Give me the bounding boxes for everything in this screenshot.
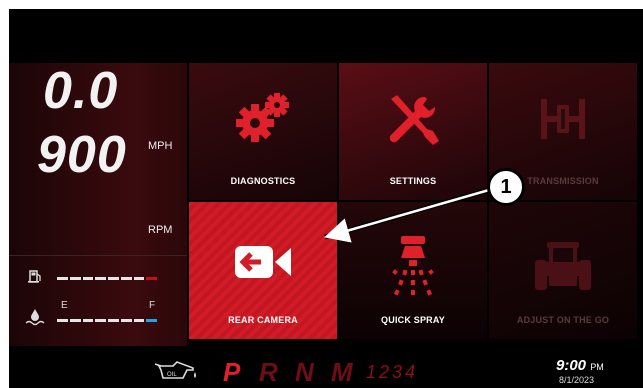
callout-arrow	[324, 187, 490, 243]
display-frame: 0.0 MPH 900 RPM E F DIAGNOSTICS SETTINGS…	[9, 9, 643, 388]
callout-badge: 1	[487, 168, 525, 206]
